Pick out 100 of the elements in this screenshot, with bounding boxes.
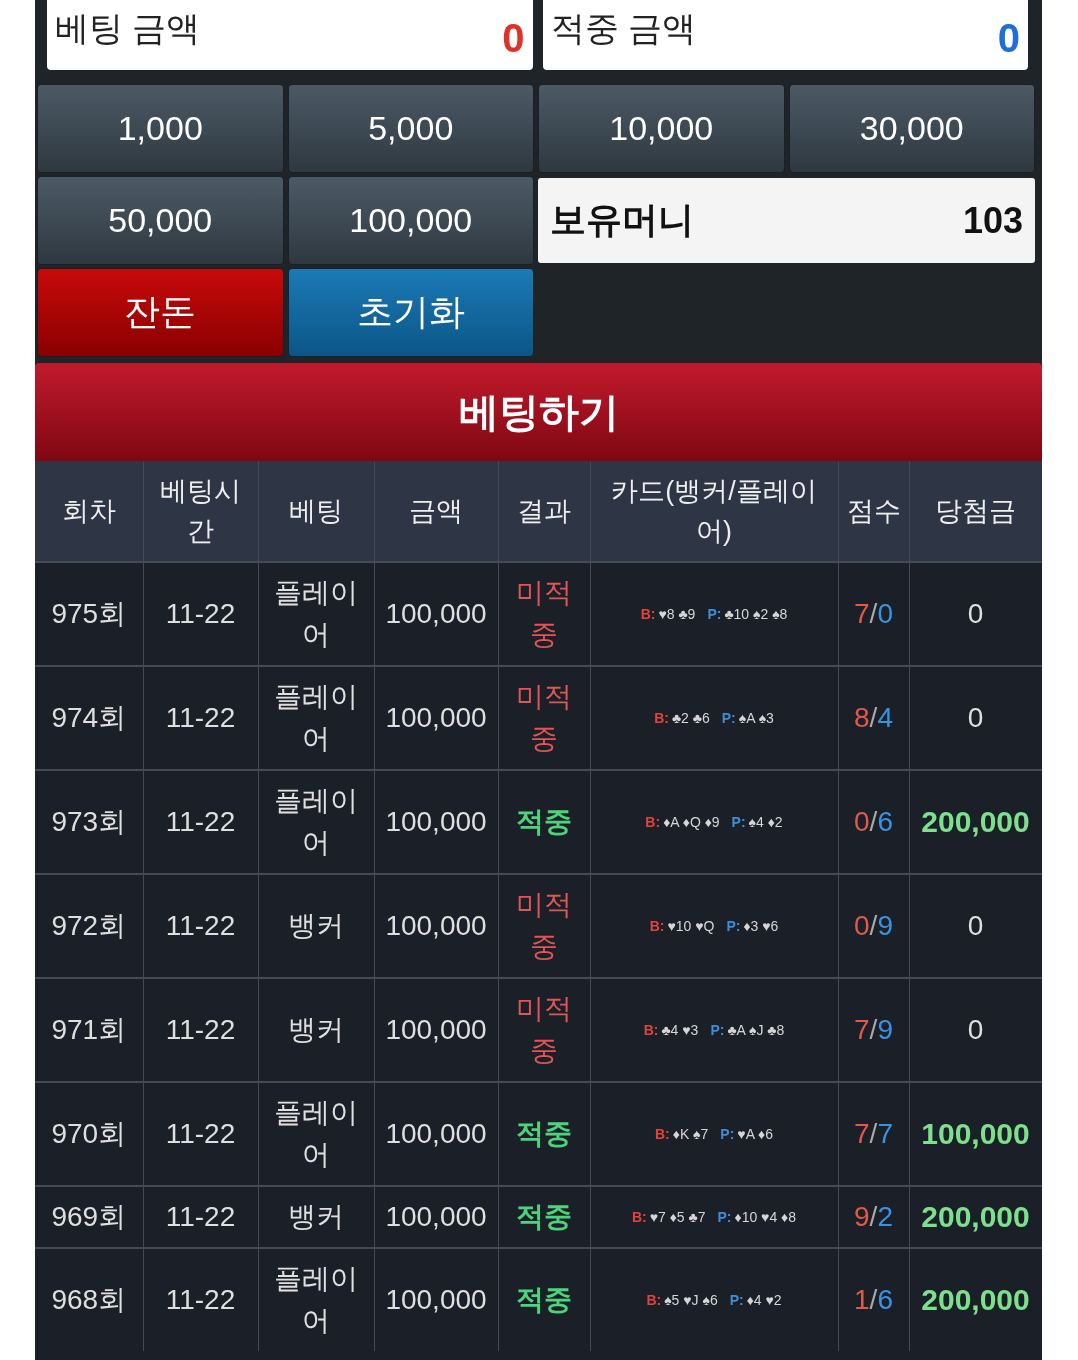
player-score: 6: [877, 806, 893, 837]
result-cell: 적중: [498, 770, 590, 874]
table-cell: 100,000: [374, 1186, 498, 1248]
banker-score: 7: [854, 1118, 870, 1149]
banker-score: 7: [854, 598, 870, 629]
table-cell: 100,000: [374, 978, 498, 1082]
table-cell: 플레이어: [258, 666, 374, 770]
score-separator: /: [869, 1201, 878, 1232]
banker-score: 1: [854, 1284, 870, 1315]
prize-cell: 0: [909, 562, 1042, 666]
table-cell: 뱅커: [258, 978, 374, 1082]
player-cards: ♥A ♦6: [737, 1126, 774, 1142]
table-cell: 뱅커: [258, 874, 374, 978]
player-score: 7: [877, 1118, 893, 1149]
prize-cell: 0: [909, 666, 1042, 770]
bet-amount-value: 0: [502, 16, 525, 61]
banker-score: 7: [854, 1014, 870, 1045]
player-label: P:: [729, 1292, 744, 1308]
table-cell: 플레이어: [258, 770, 374, 874]
result-cell: 적중: [498, 1248, 590, 1351]
table-cell: 969회: [35, 1186, 143, 1248]
banker-score: 8: [854, 702, 870, 733]
prize-cell: 200,000: [909, 770, 1042, 874]
score-separator: /: [869, 1284, 878, 1315]
chip-button[interactable]: 30,000: [788, 84, 1035, 173]
table-cell: 플레이어: [258, 562, 374, 666]
banker-cards: ♦K ♠7: [672, 1126, 709, 1142]
banker-label: B:: [645, 814, 661, 830]
player-score: 9: [877, 910, 893, 941]
score-separator: /: [869, 1118, 878, 1149]
chip-button[interactable]: 100,000: [287, 176, 534, 265]
chip-button[interactable]: 5,000: [287, 84, 534, 173]
balance-value: 103: [962, 199, 1023, 242]
score-separator: /: [869, 598, 878, 629]
score-separator: /: [869, 910, 878, 941]
win-amount-label: 적중 금액: [550, 8, 696, 49]
table-cell: 100,000: [374, 874, 498, 978]
banker-label: B:: [649, 918, 665, 934]
player-score: 9: [877, 1014, 893, 1045]
table-cell: 972회: [35, 874, 143, 978]
table-cell: 11-22: [143, 1186, 258, 1248]
player-label: P:: [717, 1209, 732, 1225]
player-cards: ♠A ♠3: [738, 710, 774, 726]
result-cell: 미적중: [498, 666, 590, 770]
table-cell: 100,000: [374, 1248, 498, 1351]
table-cell: 100,000: [374, 562, 498, 666]
place-bet-button[interactable]: 베팅하기: [35, 363, 1042, 461]
player-score: 4: [877, 702, 893, 733]
player-cards: ♣A ♠J ♣8: [727, 1022, 785, 1038]
column-header: 회차: [35, 461, 143, 562]
table-cell: 970회: [35, 1082, 143, 1186]
player-cards: ♦3 ♥6: [743, 918, 779, 934]
prize-cell: 200,000: [909, 1186, 1042, 1248]
result-cell: 미적중: [498, 978, 590, 1082]
table-cell: 11-22: [143, 874, 258, 978]
banker-cards: ♥8 ♣9: [658, 606, 696, 622]
banker-label: B:: [646, 1292, 662, 1308]
column-header: 점수: [838, 461, 909, 562]
table-cell: 뱅커: [258, 1186, 374, 1248]
table-cell: 968회: [35, 1248, 143, 1351]
player-label: P:: [721, 710, 736, 726]
player-label: P:: [720, 1126, 735, 1142]
banker-score: 0: [854, 910, 870, 941]
result-cell: 미적중: [498, 874, 590, 978]
chip-button[interactable]: 1,000: [37, 84, 284, 173]
chip-button[interactable]: 10,000: [538, 84, 785, 173]
table-cell: 11-22: [143, 562, 258, 666]
banker-label: B:: [640, 606, 656, 622]
player-label: P:: [726, 918, 741, 934]
result-cell: 적중: [498, 1082, 590, 1186]
table-cell: 973회: [35, 770, 143, 874]
player-score: 6: [877, 1284, 893, 1315]
player-score: 2: [877, 1201, 893, 1232]
player-label: P:: [731, 814, 746, 830]
banker-score: 0: [854, 806, 870, 837]
table-cell: 11-22: [143, 978, 258, 1082]
prize-cell: 100,000: [909, 1082, 1042, 1186]
column-header: 베팅시간: [143, 461, 258, 562]
banker-cards: ♣4 ♥3: [661, 1022, 699, 1038]
banker-label: B:: [654, 1126, 670, 1142]
table-cell: 971회: [35, 978, 143, 1082]
table-cell: 11-22: [143, 770, 258, 874]
action-button[interactable]: 잔돈: [37, 268, 284, 357]
action-button[interactable]: 초기화: [287, 268, 534, 357]
banker-cards: ♠5 ♥J ♠6: [664, 1292, 718, 1308]
banker-label: B:: [654, 710, 669, 726]
prize-cell: 0: [909, 978, 1042, 1082]
banker-cards: ♥10 ♥Q: [667, 918, 715, 934]
result-cell: 적중: [498, 1186, 590, 1248]
win-amount-value: 0: [997, 16, 1020, 61]
chip-button[interactable]: 50,000: [37, 176, 284, 265]
score-separator: /: [869, 702, 878, 733]
player-label: P:: [707, 606, 722, 622]
table-cell: 100,000: [374, 770, 498, 874]
table-cell: 975회: [35, 562, 143, 666]
bet-amount-label: 베팅 금액: [55, 8, 201, 49]
table-cell: 11-22: [143, 1248, 258, 1351]
column-header: 당첨금: [909, 461, 1042, 562]
player-cards: ♦10 ♥4 ♦8: [734, 1209, 797, 1225]
banker-cards: ♣2 ♣6: [671, 710, 710, 726]
